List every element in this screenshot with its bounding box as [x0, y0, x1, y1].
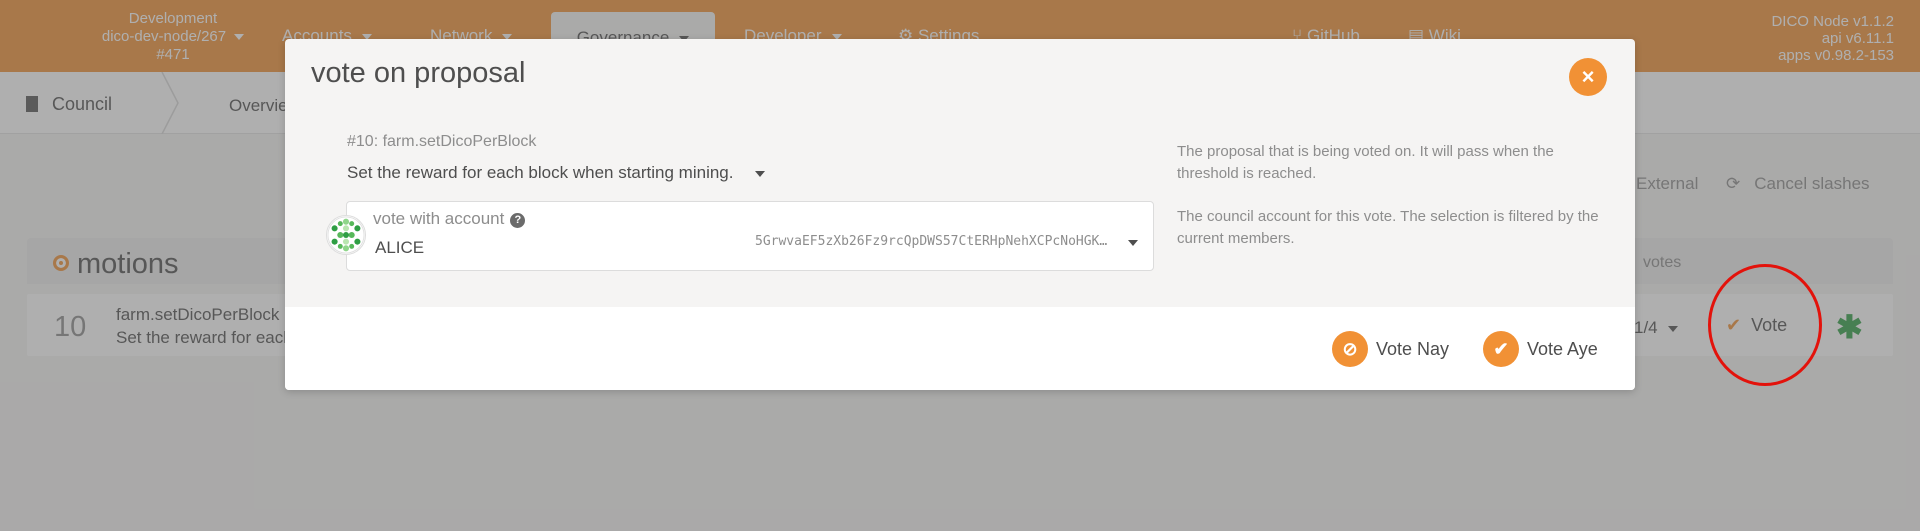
modal-title: vote on proposal [311, 57, 526, 89]
proposal-label: #10: farm.setDicoPerBlock [347, 133, 537, 150]
help-icon[interactable]: ? [510, 213, 526, 228]
chevron-down-icon [755, 170, 766, 177]
vote-nay-button[interactable]: ⊘ Vote Nay [1332, 331, 1449, 367]
account-address: 5GrwvaEF5zXb26Fz9rcQpDWS57CtERHpNehXCPcN… [755, 234, 1115, 249]
identicon-icon [326, 215, 366, 255]
proposal-help: The proposal that is being voted on. It … [1177, 143, 1554, 182]
vote-modal: vote on proposal × #10: farm.setDicoPerB… [285, 39, 1635, 390]
vote-aye-button[interactable]: ✔ Vote Aye [1483, 331, 1598, 367]
account-label: vote with account? [373, 209, 526, 229]
proposal-select[interactable]: Set the reward for each block when start… [347, 163, 766, 183]
account-help: The council account for this vote. The s… [1177, 208, 1599, 247]
account-name: ALICE [375, 238, 425, 257]
annotation-circle [1708, 264, 1822, 386]
close-button[interactable]: × [1569, 58, 1607, 96]
chevron-down-icon [1128, 240, 1138, 246]
close-icon: × [1581, 64, 1595, 89]
check-icon: ✔ [1483, 331, 1519, 367]
ban-icon: ⊘ [1332, 331, 1368, 367]
